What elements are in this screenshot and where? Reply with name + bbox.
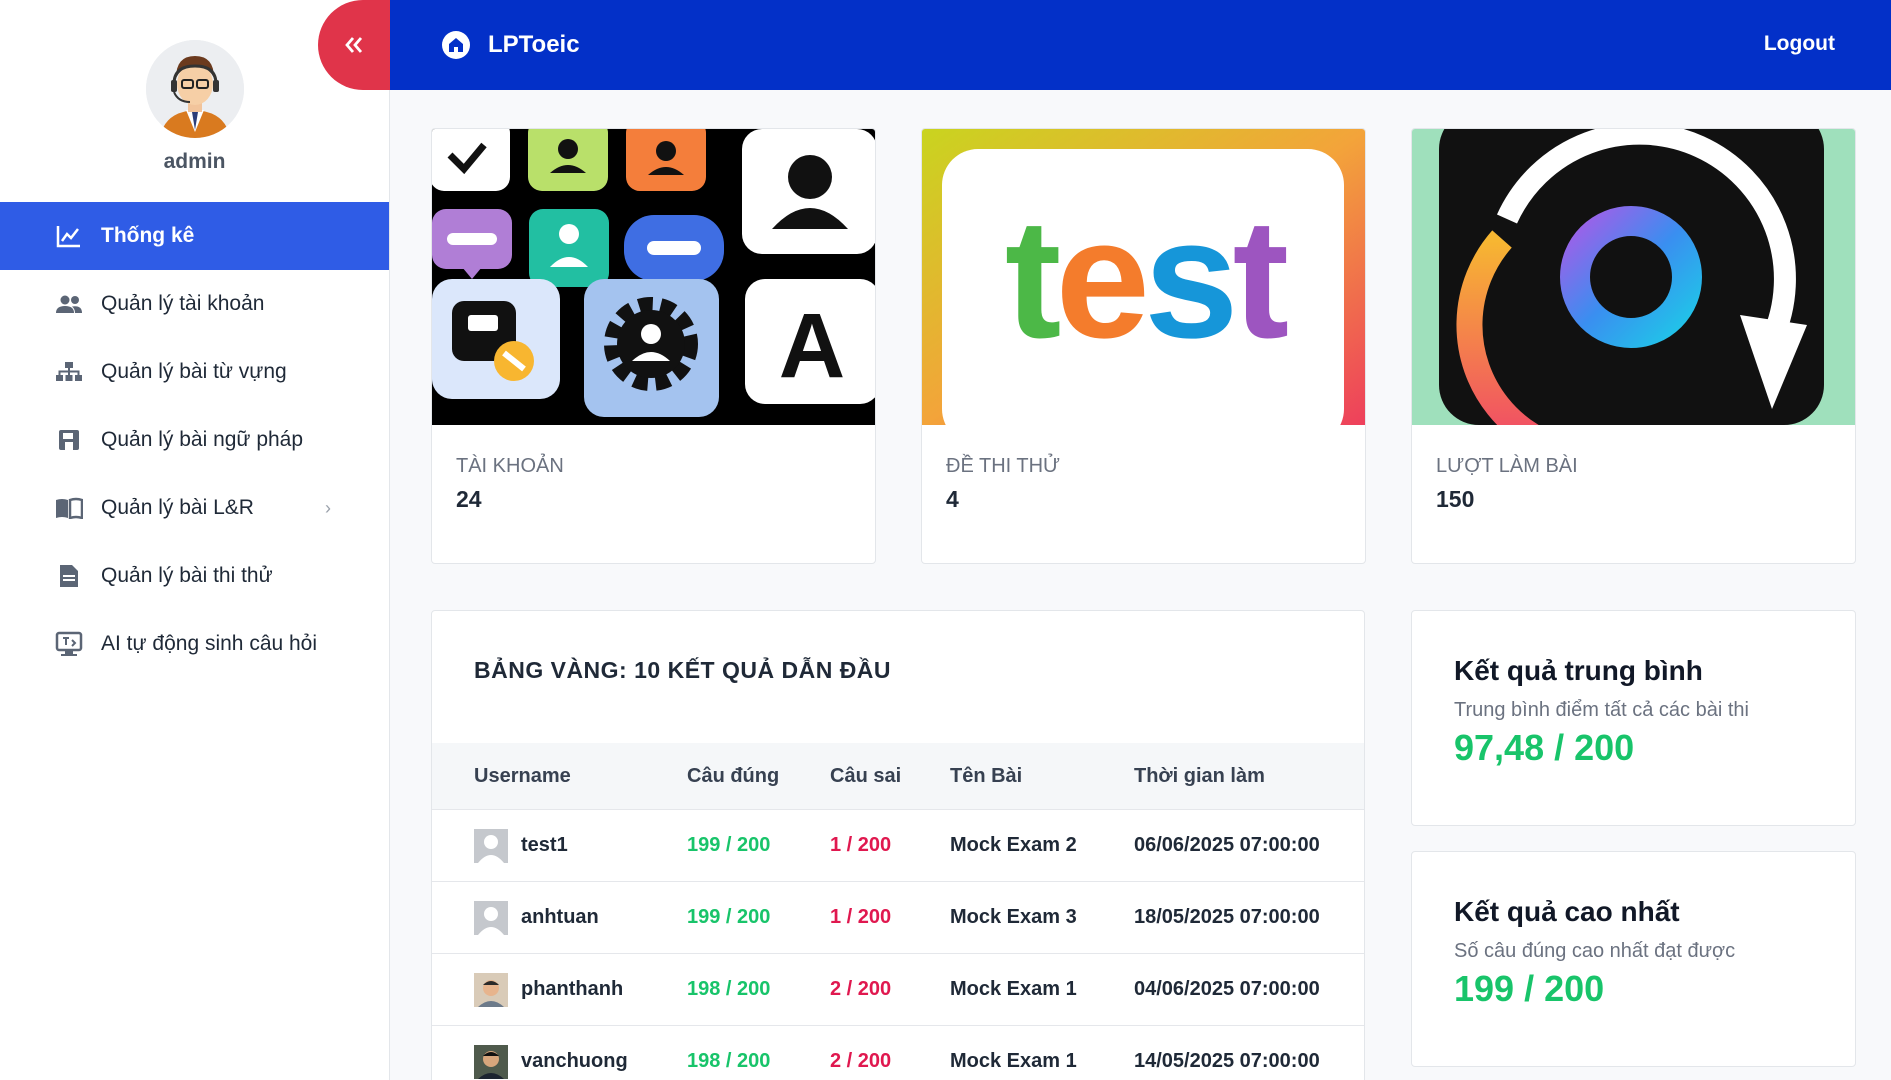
attempts-illustration: [1412, 129, 1855, 425]
stat-card-accounts: A TÀI KHOẢN 24: [431, 128, 876, 564]
leaderboard-card: BẢNG VÀNG: 10 KẾT QUẢ DẪN ĐẦU Username C…: [431, 610, 1365, 1080]
highest-title: Kết quả cao nhất: [1454, 896, 1680, 927]
sidebar-item-mock-tests[interactable]: Quản lý bài thi thử: [0, 542, 389, 610]
stat-value: 150: [1436, 486, 1475, 512]
ai-screen-icon: [55, 630, 83, 658]
sidebar-item-listening-reading[interactable]: Quản lý bài L&R ›: [0, 474, 389, 542]
sitemap-icon: [55, 358, 83, 386]
sidebar-item-label: Thống kê: [101, 224, 195, 247]
column-header: Câu sai: [830, 764, 902, 787]
row-time: 04/06/2025 07:00:00: [1134, 978, 1320, 1000]
avatar: [145, 40, 244, 138]
table-row: vanchuong 198 / 200 2 / 200 Mock Exam 1 …: [432, 1025, 1364, 1080]
sidebar-item-statistics[interactable]: Thống kê: [0, 202, 389, 270]
column-header: Tên Bài: [950, 764, 1023, 787]
sidebar-item-ai-generator[interactable]: AI tự động sinh câu hỏi: [0, 610, 389, 678]
sidebar: admin Thống kê Quản lý tài khoản Quản lý…: [0, 0, 390, 1080]
svg-text:A: A: [779, 295, 845, 397]
row-username: anhtuan: [521, 906, 599, 928]
sidebar-item-vocabulary[interactable]: Quản lý bài từ vựng: [0, 338, 389, 406]
column-header: Câu đúng: [687, 764, 780, 787]
row-correct: 199 / 200: [687, 834, 771, 856]
stat-value: 24: [456, 486, 482, 512]
brand[interactable]: LPToeic: [442, 31, 580, 59]
user-avatar: [474, 972, 508, 1007]
row-exam: Mock Exam 3: [950, 906, 1077, 928]
chevron-right-icon: ›: [325, 497, 331, 518]
row-wrong: 1 / 200: [830, 906, 892, 928]
row-correct: 198 / 200: [687, 978, 771, 1000]
brand-name: LPToeic: [488, 31, 580, 58]
stat-label: TÀI KHOẢN: [456, 455, 564, 477]
table-header: Username Câu đúng Câu sai Tên Bài Thời g…: [432, 743, 1364, 809]
highest-value: 199 / 200: [1454, 968, 1605, 1009]
save-icon: [55, 426, 83, 454]
highest-subtitle: Số câu đúng cao nhất đạt được: [1454, 940, 1736, 962]
users-icon: [55, 290, 83, 318]
row-wrong: 1 / 200: [830, 834, 892, 856]
home-icon: [442, 31, 470, 59]
row-exam: Mock Exam 1: [950, 978, 1077, 1000]
accounts-illustration: A: [432, 129, 875, 425]
leaderboard-title: BẢNG VÀNG: 10 KẾT QUẢ DẪN ĐẦU: [474, 657, 892, 683]
sidebar-item-label: Quản lý bài ngữ pháp: [101, 428, 304, 451]
book-open-icon: [55, 494, 83, 522]
stat-label: LƯỢT LÀM BÀI: [1436, 455, 1578, 477]
stat-card-attempts: LƯỢT LÀM BÀI 150: [1411, 128, 1856, 564]
row-time: 14/05/2025 07:00:00: [1134, 1050, 1320, 1072]
chart-line-icon: [55, 222, 83, 250]
row-username: test1: [521, 834, 568, 856]
stat-card-mock-tests: test ĐỀ THI THỬ 4: [921, 128, 1366, 564]
row-correct: 199 / 200: [687, 906, 771, 928]
admin-username: admin: [163, 150, 226, 173]
row-wrong: 2 / 200: [830, 1050, 892, 1072]
sidebar-item-label: Quản lý bài từ vựng: [101, 360, 287, 383]
table-row: anhtuan 199 / 200 1 / 200 Mock Exam 3 18…: [432, 881, 1364, 953]
row-wrong: 2 / 200: [830, 978, 892, 1000]
average-result-card: Kết quả trung bình Trung bình điểm tất c…: [1411, 610, 1856, 826]
average-title: Kết quả trung bình: [1454, 655, 1703, 686]
sidebar-item-label: Quản lý tài khoản: [101, 292, 265, 315]
average-value: 97,48 / 200: [1454, 727, 1635, 768]
row-correct: 198 / 200: [687, 1050, 771, 1072]
sidebar-menu: Thống kê Quản lý tài khoản Quản lý bài t…: [0, 202, 389, 678]
table-row: test1 199 / 200 1 / 200 Mock Exam 2 06/0…: [432, 809, 1364, 881]
stat-value: 4: [946, 486, 959, 512]
column-header: Username: [474, 764, 571, 787]
row-exam: Mock Exam 2: [950, 834, 1077, 856]
row-exam: Mock Exam 1: [950, 1050, 1077, 1072]
table-row: phanthanh 198 / 200 2 / 200 Mock Exam 1 …: [432, 953, 1364, 1025]
test-word: test: [1005, 184, 1288, 374]
row-username: vanchuong: [521, 1050, 628, 1072]
sidebar-item-label: Quản lý bài thi thử: [101, 564, 273, 587]
stat-label: ĐỀ THI THỬ: [946, 455, 1061, 477]
highest-result-card: Kết quả cao nhất Số câu đúng cao nhất đạ…: [1411, 851, 1856, 1067]
test-illustration: test: [922, 129, 1365, 425]
row-time: 18/05/2025 07:00:00: [1134, 906, 1320, 928]
row-username: phanthanh: [521, 978, 624, 1000]
document-icon: [55, 562, 83, 590]
sidebar-item-label: Quản lý bài L&R: [101, 496, 254, 519]
top-header: LPToeic Logout: [390, 0, 1891, 90]
user-avatar: [474, 1044, 508, 1079]
sidebar-item-accounts[interactable]: Quản lý tài khoản: [0, 270, 389, 338]
average-subtitle: Trung bình điểm tất cả các bài thi: [1454, 699, 1749, 721]
sidebar-item-grammar[interactable]: Quản lý bài ngữ pháp: [0, 406, 389, 474]
column-header: Thời gian làm: [1134, 764, 1265, 787]
user-avatar: [474, 828, 508, 863]
user-avatar: [474, 900, 508, 935]
logout-button[interactable]: Logout: [1764, 32, 1835, 56]
row-time: 06/06/2025 07:00:00: [1134, 834, 1320, 856]
double-chevron-left-icon: [344, 28, 364, 62]
sidebar-item-label: AI tự động sinh câu hỏi: [101, 632, 318, 655]
